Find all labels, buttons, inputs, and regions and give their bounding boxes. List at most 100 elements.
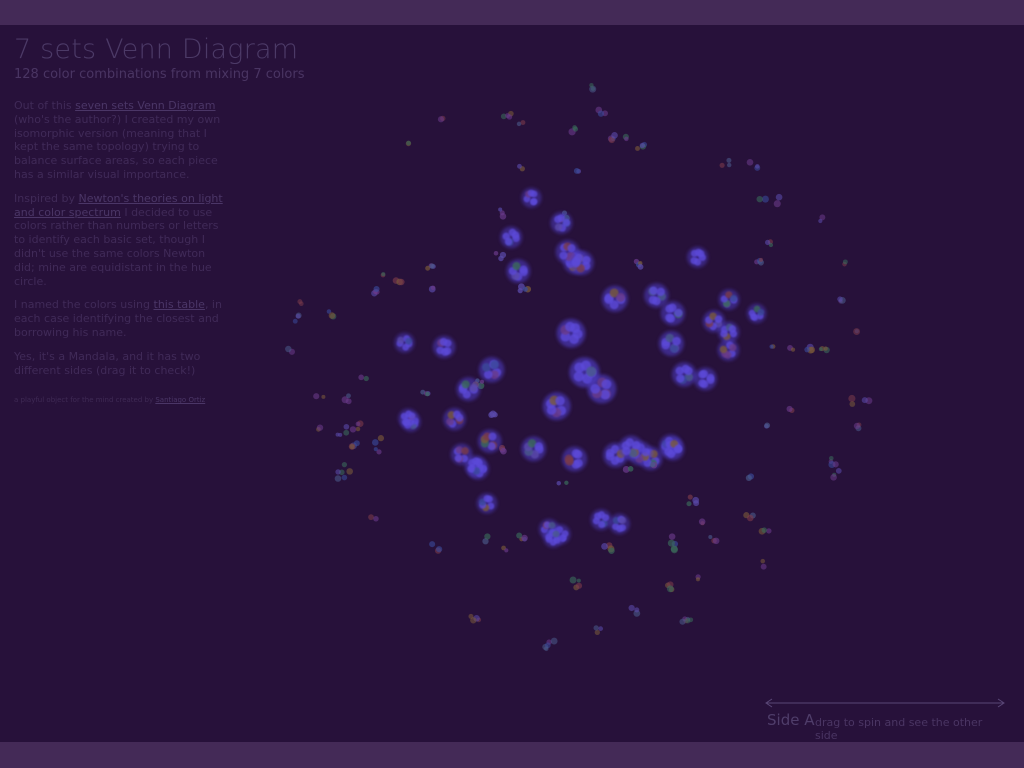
color-cluster: [756, 195, 769, 203]
cluster-dot: [493, 250, 499, 256]
cluster-dot: [601, 542, 608, 550]
color-cluster: [853, 328, 861, 336]
cluster-petal: [648, 295, 658, 305]
cluster-dot: [832, 461, 839, 468]
cluster-dot: [818, 218, 823, 224]
author-link[interactable]: Santiago Ortiz: [155, 396, 205, 404]
cluster-petal: [401, 418, 409, 426]
cluster-petal: [730, 294, 738, 302]
cluster-dot: [829, 455, 834, 461]
cluster-dot: [516, 121, 522, 127]
venn-diagram-link[interactable]: seven sets Venn Diagram: [75, 99, 215, 112]
cluster-dot: [355, 426, 361, 432]
cluster-dot: [598, 626, 604, 631]
cluster-dot: [543, 646, 549, 652]
venn-mandala[interactable]: [270, 60, 890, 670]
cluster-dot: [373, 285, 380, 293]
cluster-dot: [425, 265, 431, 271]
cluster-petal: [443, 339, 452, 348]
cluster-dot: [550, 637, 558, 645]
cluster-dot: [849, 401, 856, 407]
color-cluster: [818, 214, 826, 224]
cluster-dot: [764, 422, 771, 429]
cluster-petal: [474, 458, 483, 466]
cluster-dot: [766, 528, 772, 534]
color-cluster: [573, 167, 582, 174]
cluster-petal: [674, 308, 683, 318]
color-cluster: [482, 533, 491, 545]
color-cluster: [746, 303, 767, 324]
cluster-dot: [790, 347, 796, 352]
cluster-petal: [574, 253, 583, 263]
cluster-petal: [405, 337, 413, 345]
cluster-petal: [511, 231, 520, 239]
color-cluster: [542, 642, 551, 652]
cluster-dot: [373, 447, 378, 452]
cluster-dot: [835, 467, 842, 474]
cluster-dot: [686, 501, 692, 507]
double-arrow-icon: [765, 698, 1005, 708]
cluster-petal: [519, 265, 528, 274]
color-cluster: [590, 509, 612, 531]
cluster-dot: [765, 239, 771, 246]
cluster-dot: [830, 474, 837, 481]
color-cluster: [335, 432, 343, 437]
cluster-petal: [601, 379, 612, 390]
color-cluster: [595, 106, 608, 117]
side-indicator[interactable]: Side A drag to spin and see the other si…: [763, 696, 1008, 742]
cluster-dot: [500, 447, 507, 455]
color-cluster: [618, 435, 644, 461]
cluster-dot: [670, 545, 678, 553]
paragraph-1: Out of this seven sets Venn Diagram (who…: [14, 99, 224, 182]
color-cluster: [398, 408, 419, 429]
color-cluster: [405, 140, 412, 147]
color-table-link[interactable]: this table: [154, 298, 205, 311]
color-cluster: [477, 429, 502, 454]
cluster-dot: [698, 518, 706, 525]
cluster-dot: [489, 410, 497, 418]
color-cluster: [562, 446, 588, 472]
cluster-petal: [490, 360, 499, 370]
color-cluster: [848, 394, 856, 407]
cluster-petal: [552, 530, 560, 538]
color-cluster: [842, 259, 848, 267]
color-cluster: [765, 239, 774, 248]
color-cluster: [476, 492, 498, 514]
cluster-dot: [848, 394, 856, 403]
cluster-dot: [624, 136, 629, 142]
cluster-dot: [628, 604, 635, 612]
color-cluster: [853, 422, 862, 432]
cluster-dot: [666, 585, 674, 593]
cluster-dot: [335, 469, 341, 475]
color-cluster: [660, 301, 685, 326]
cluster-petal: [665, 313, 674, 322]
cluster-petal: [567, 244, 576, 253]
cluster-dot: [760, 558, 766, 564]
cluster-dot: [853, 328, 861, 336]
cluster-dot: [853, 422, 861, 430]
cluster-dot: [470, 617, 477, 624]
cluster-dot: [556, 480, 561, 486]
cluster-dot: [345, 398, 352, 405]
cluster-dot: [769, 344, 774, 349]
cluster-petal: [569, 334, 579, 344]
cluster-dot: [429, 263, 435, 269]
color-cluster: [297, 299, 304, 307]
color-cluster: [542, 392, 571, 421]
color-cluster: [456, 377, 481, 402]
cluster-petal: [461, 380, 470, 389]
cluster-dot: [372, 439, 379, 446]
cluster-petal: [554, 223, 563, 231]
color-cluster: [488, 410, 498, 418]
cluster-dot: [355, 421, 361, 427]
cluster-dot: [668, 533, 676, 540]
color-cluster: [693, 367, 717, 391]
paragraph-1-text-start: Out of this: [14, 99, 76, 112]
cluster-dot: [639, 142, 646, 149]
mandala-clusters: [285, 82, 873, 652]
cluster-dot: [712, 537, 720, 545]
color-cluster: [521, 436, 547, 462]
cluster-petal: [446, 417, 454, 426]
cluster-dot: [343, 423, 350, 430]
color-cluster: [556, 480, 569, 486]
